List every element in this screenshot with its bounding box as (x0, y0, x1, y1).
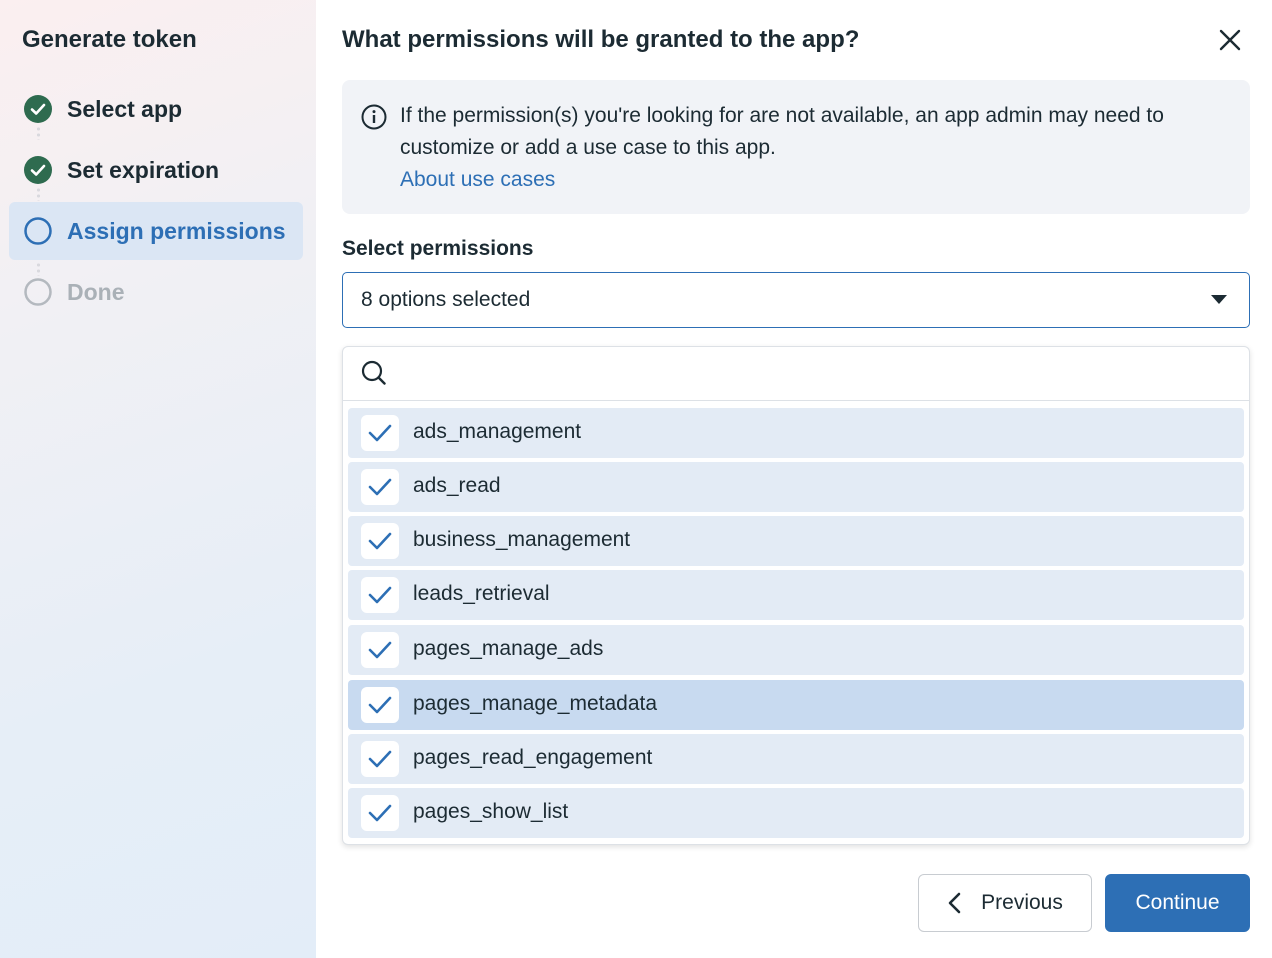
checkbox[interactable] (361, 415, 399, 451)
info-icon (361, 104, 387, 130)
step-assign-permissions[interactable]: Assign permissions (9, 202, 303, 260)
option-label: pages_show_list (413, 800, 569, 823)
step-connector (37, 187, 40, 201)
info-text: If the permission(s) you're looking for … (400, 104, 1164, 159)
option-label: leads_retrieval (413, 582, 550, 605)
step-set-expiration[interactable]: Set expiration (9, 141, 303, 199)
checkmark-icon (368, 478, 392, 496)
steps-sidebar: Generate token Select app Set expiration… (0, 0, 316, 958)
step-connector (37, 126, 40, 140)
step-label: Done (67, 278, 125, 305)
option-pages-show-list[interactable]: pages_show_list (348, 788, 1244, 838)
step-label: Select app (67, 95, 183, 122)
option-label: pages_manage_ads (413, 637, 604, 660)
check-circle-icon (24, 156, 52, 184)
checkmark-icon (368, 804, 392, 822)
close-icon (1219, 29, 1241, 51)
circle-outline-icon (24, 278, 52, 306)
chevron-left-icon (948, 892, 961, 914)
step-done[interactable]: Done (9, 263, 303, 321)
option-pages-read-engagement[interactable]: pages_read_engagement (348, 734, 1244, 784)
permissions-dropdown: ads_management ads_read business_managem… (342, 346, 1250, 845)
permissions-panel: What permissions will be granted to the … (316, 0, 1272, 958)
step-label: Assign permissions (67, 217, 286, 244)
continue-button-label: Continue (1135, 891, 1220, 914)
caret-down-icon (1211, 295, 1227, 304)
checkmark-icon (368, 641, 392, 659)
info-banner: If the permission(s) you're looking for … (342, 80, 1250, 214)
checkmark-icon (368, 586, 392, 604)
search-icon (361, 360, 386, 385)
step-label: Set expiration (67, 156, 220, 183)
checkbox[interactable] (361, 632, 399, 668)
checkbox[interactable] (361, 741, 399, 777)
page-title: What permissions will be granted to the … (342, 26, 860, 53)
previous-button[interactable]: Previous (918, 874, 1092, 932)
about-use-cases-link[interactable]: About use cases (400, 164, 555, 196)
check-circle-icon (24, 95, 52, 123)
option-label: ads_management (413, 420, 582, 443)
checkmark-icon (368, 750, 392, 768)
permissions-select[interactable]: 8 options selected (342, 272, 1250, 328)
checkbox[interactable] (361, 795, 399, 831)
close-button[interactable] (1214, 24, 1246, 56)
checkmark-icon (368, 696, 392, 714)
option-label: ads_read (413, 474, 501, 497)
option-ads-read[interactable]: ads_read (348, 462, 1244, 512)
option-pages-manage-metadata[interactable]: pages_manage_metadata (348, 680, 1244, 730)
permissions-search-input[interactable] (401, 355, 1231, 393)
checkmark-icon (368, 532, 392, 550)
option-business-management[interactable]: business_management (348, 516, 1244, 566)
select-permissions-label: Select permissions (342, 237, 534, 260)
continue-button[interactable]: Continue (1105, 874, 1250, 932)
search-row (343, 347, 1249, 401)
select-value: 8 options selected (361, 288, 531, 311)
checkbox[interactable] (361, 577, 399, 613)
previous-button-label: Previous (981, 891, 1063, 914)
option-pages-manage-ads[interactable]: pages_manage_ads (348, 625, 1244, 675)
circle-outline-icon (24, 217, 52, 245)
option-label: pages_manage_metadata (413, 692, 658, 715)
option-leads-retrieval[interactable]: leads_retrieval (348, 570, 1244, 620)
option-ads-management[interactable]: ads_management (348, 408, 1244, 458)
checkbox[interactable] (361, 523, 399, 559)
option-label: pages_read_engagement (413, 746, 653, 769)
step-select-app[interactable]: Select app (9, 80, 303, 138)
option-label: business_management (413, 528, 631, 551)
checkbox[interactable] (361, 687, 399, 723)
sidebar-title: Generate token (22, 26, 197, 53)
checkbox[interactable] (361, 469, 399, 505)
checkmark-icon (368, 424, 392, 442)
